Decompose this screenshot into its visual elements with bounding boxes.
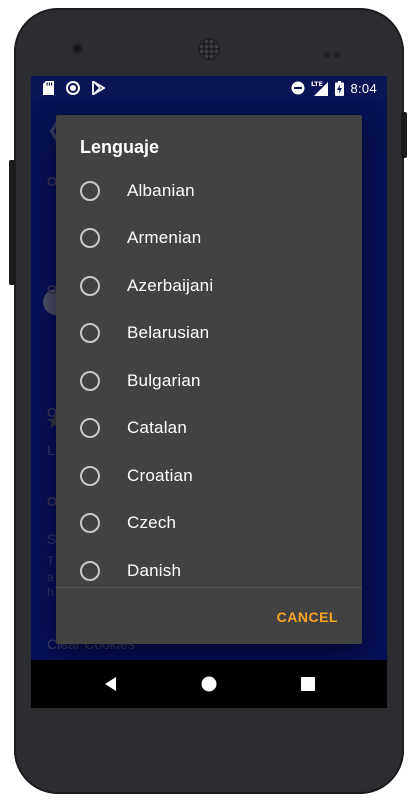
radio-unchecked-icon[interactable] xyxy=(80,465,100,486)
language-option-label: Catalan xyxy=(127,418,187,437)
volume-button xyxy=(9,160,15,285)
record-icon xyxy=(66,81,80,95)
language-option[interactable]: Bulgarian xyxy=(56,357,362,404)
language-option[interactable]: Czech xyxy=(56,500,362,547)
radio-unchecked-icon[interactable] xyxy=(80,323,100,343)
language-option[interactable]: Belarusian xyxy=(56,310,362,357)
language-option-label: Danish xyxy=(127,560,182,580)
battery-charging-icon xyxy=(335,80,345,96)
sd-card-icon xyxy=(43,81,54,95)
radio-unchecked-icon[interactable] xyxy=(80,275,100,296)
language-dialog: Lenguaje Albanian Armenian Azerbaijani B… xyxy=(56,115,362,644)
radio-unchecked-icon[interactable] xyxy=(80,418,100,438)
play-store-icon xyxy=(92,81,105,95)
nav-back-icon[interactable] xyxy=(99,672,123,696)
status-time: 8:04 xyxy=(350,80,377,96)
language-option-label: Czech xyxy=(127,513,177,532)
navigation-bar xyxy=(31,660,387,708)
language-option[interactable]: Catalan xyxy=(56,405,362,452)
language-option-label: Azerbaijani xyxy=(127,275,214,295)
language-option-label: Bulgarian xyxy=(127,370,201,390)
language-option[interactable]: Armenian xyxy=(56,215,362,262)
language-option-label: Armenian xyxy=(127,228,202,247)
nav-home-icon[interactable] xyxy=(197,672,221,696)
radio-unchecked-icon[interactable] xyxy=(80,180,100,201)
language-list[interactable]: Albanian Armenian Azerbaijani Belarusian… xyxy=(56,167,362,587)
language-option[interactable]: Azerbaijani xyxy=(56,262,362,309)
cancel-button[interactable]: CANCEL xyxy=(277,609,338,625)
signal-icon: LTE xyxy=(311,80,329,96)
radio-unchecked-icon[interactable] xyxy=(80,560,100,581)
dialog-title: Lenguaje xyxy=(80,137,160,157)
radio-unchecked-icon[interactable] xyxy=(80,513,100,533)
language-option-label: Belarusian xyxy=(127,323,210,342)
dialog-divider xyxy=(56,587,362,588)
language-option-label: Albanian xyxy=(127,180,195,200)
do-not-disturb-icon xyxy=(291,81,305,95)
language-option[interactable]: Albanian xyxy=(56,167,362,214)
language-option-label: Croatian xyxy=(127,465,193,485)
nav-recents-icon[interactable] xyxy=(296,672,320,696)
status-bar: LTE 8:04 xyxy=(31,76,387,100)
svg-text:LTE: LTE xyxy=(311,80,323,88)
language-option[interactable]: Croatian xyxy=(56,452,362,499)
power-button xyxy=(401,112,407,158)
radio-unchecked-icon[interactable] xyxy=(80,228,100,248)
earpiece-speaker xyxy=(198,38,220,60)
proximity-sensors xyxy=(324,45,348,58)
language-option[interactable]: Danish xyxy=(56,547,362,587)
front-camera xyxy=(72,43,83,54)
radio-unchecked-icon[interactable] xyxy=(80,370,100,391)
